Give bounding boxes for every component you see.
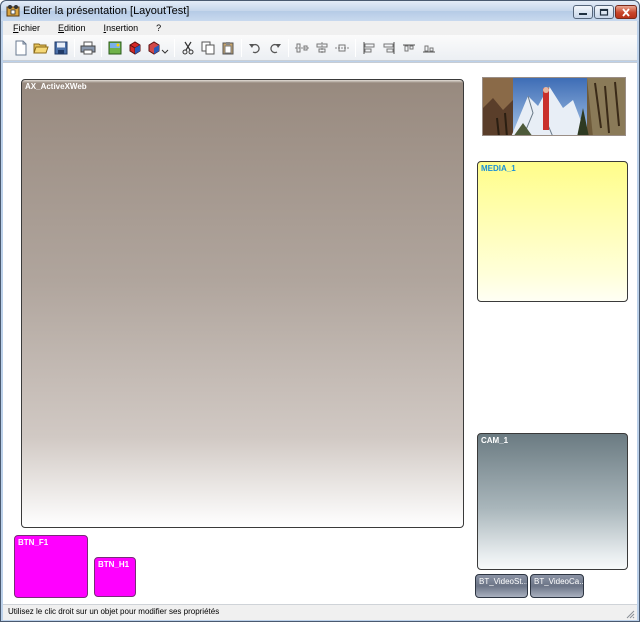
object-label: BT_VideoSt... bbox=[479, 577, 528, 586]
distribute-icon bbox=[335, 44, 349, 51]
open-folder-button[interactable] bbox=[31, 38, 51, 58]
undo-icon bbox=[249, 43, 260, 53]
align-top-icon bbox=[403, 44, 415, 51]
object-label: AX_ActiveXWeb bbox=[25, 82, 87, 91]
copy-button[interactable] bbox=[198, 38, 218, 58]
toolbar bbox=[3, 35, 637, 61]
cut-icon bbox=[182, 41, 194, 54]
resize-grip-icon[interactable] bbox=[625, 609, 635, 619]
align-center-button[interactable] bbox=[312, 38, 332, 58]
align-horizontal-button[interactable] bbox=[292, 38, 312, 58]
save-icon bbox=[54, 41, 68, 54]
app-icon bbox=[6, 4, 20, 18]
align-top-button[interactable] bbox=[399, 38, 419, 58]
copy-icon bbox=[201, 41, 215, 54]
menu-edition-label: dition bbox=[64, 23, 86, 33]
paste-icon bbox=[222, 41, 234, 54]
toolbar-separator bbox=[174, 38, 175, 57]
toolbar-separator bbox=[74, 38, 75, 57]
btn-h1-object[interactable]: BTN_H1 bbox=[94, 557, 136, 597]
align-bottom-button[interactable] bbox=[419, 38, 439, 58]
mountain-photo-image[interactable] bbox=[482, 77, 626, 136]
new-document-icon bbox=[15, 40, 27, 55]
redo-icon bbox=[270, 43, 281, 53]
toolbar-separator bbox=[355, 38, 356, 57]
status-text: Utilisez le clic droit sur un objet pour… bbox=[8, 607, 220, 616]
camera-object[interactable]: CAM_1 bbox=[477, 433, 628, 570]
print-icon bbox=[80, 41, 96, 54]
redo-button[interactable] bbox=[265, 38, 285, 58]
align-right-icon bbox=[383, 41, 395, 54]
menu-edition[interactable]: Edition bbox=[49, 23, 95, 33]
object-label: BTN_F1 bbox=[18, 538, 49, 547]
menu-bar: Fichier Edition Insertion ? bbox=[3, 21, 637, 35]
new-document-button[interactable] bbox=[11, 38, 31, 58]
align-horizontal-icon bbox=[295, 43, 309, 52]
bt-video-ca-object[interactable]: BT_VideoCa... bbox=[530, 574, 584, 598]
btn-f1-object[interactable]: BTN_F1 bbox=[14, 535, 88, 598]
insert-object-icon bbox=[129, 40, 141, 55]
object-label: MEDIA_1 bbox=[481, 164, 516, 173]
menu-fichier[interactable]: Fichier bbox=[3, 23, 49, 33]
layout-canvas[interactable]: AX_ActiveXWeb MEDIA_1 CAM_1 BTN_F1 BTN_H… bbox=[3, 62, 637, 604]
cut-button[interactable] bbox=[178, 38, 198, 58]
align-left-button[interactable] bbox=[359, 38, 379, 58]
align-center-icon bbox=[316, 41, 328, 54]
insert-dropdown-icon bbox=[148, 40, 169, 55]
save-button[interactable] bbox=[51, 38, 71, 58]
insert-image-button[interactable] bbox=[105, 38, 125, 58]
menu-insertion[interactable]: Insertion bbox=[95, 23, 148, 33]
maximize-icon bbox=[599, 8, 609, 16]
object-label: CAM_1 bbox=[481, 436, 509, 445]
menu-fichier-label: ichier bbox=[18, 23, 41, 33]
menu-help[interactable]: ? bbox=[147, 23, 170, 33]
menu-help-label: ? bbox=[156, 23, 162, 33]
media-object[interactable]: MEDIA_1 bbox=[477, 161, 628, 302]
insert-object-button[interactable] bbox=[125, 38, 145, 58]
insert-dropdown-button[interactable] bbox=[145, 38, 171, 58]
distribute-button[interactable] bbox=[332, 38, 352, 58]
minimize-button[interactable] bbox=[573, 5, 593, 19]
insert-image-icon bbox=[108, 41, 122, 54]
open-folder-icon bbox=[33, 43, 49, 53]
print-button[interactable] bbox=[78, 38, 98, 58]
align-left-icon bbox=[363, 41, 375, 54]
window-title: Editer la présentation [LayoutTest] bbox=[23, 5, 190, 17]
minimize-icon bbox=[579, 13, 587, 15]
paste-button[interactable] bbox=[218, 38, 238, 58]
activex-web-object[interactable]: AX_ActiveXWeb bbox=[21, 79, 464, 528]
maximize-button[interactable] bbox=[594, 5, 614, 19]
editor-window: Editer la présentation [LayoutTest] Fich… bbox=[0, 0, 640, 622]
object-label: BT_VideoCa... bbox=[534, 577, 584, 586]
bt-video-st-object[interactable]: BT_VideoSt... bbox=[475, 574, 528, 598]
align-right-button[interactable] bbox=[379, 38, 399, 58]
close-button[interactable] bbox=[615, 5, 637, 19]
toolbar-separator bbox=[101, 38, 102, 57]
toolbar-separator bbox=[288, 38, 289, 57]
object-label: BTN_H1 bbox=[98, 560, 130, 569]
align-bottom-icon bbox=[423, 45, 435, 52]
title-bar[interactable]: Editer la présentation [LayoutTest] bbox=[1, 1, 639, 21]
menu-insertion-label: nsertion bbox=[106, 23, 139, 33]
photo-collage-icon bbox=[483, 78, 625, 135]
toolbar-separator bbox=[241, 38, 242, 57]
undo-button[interactable] bbox=[245, 38, 265, 58]
status-bar: Utilisez le clic droit sur un objet pour… bbox=[3, 604, 637, 620]
close-icon bbox=[622, 7, 630, 17]
